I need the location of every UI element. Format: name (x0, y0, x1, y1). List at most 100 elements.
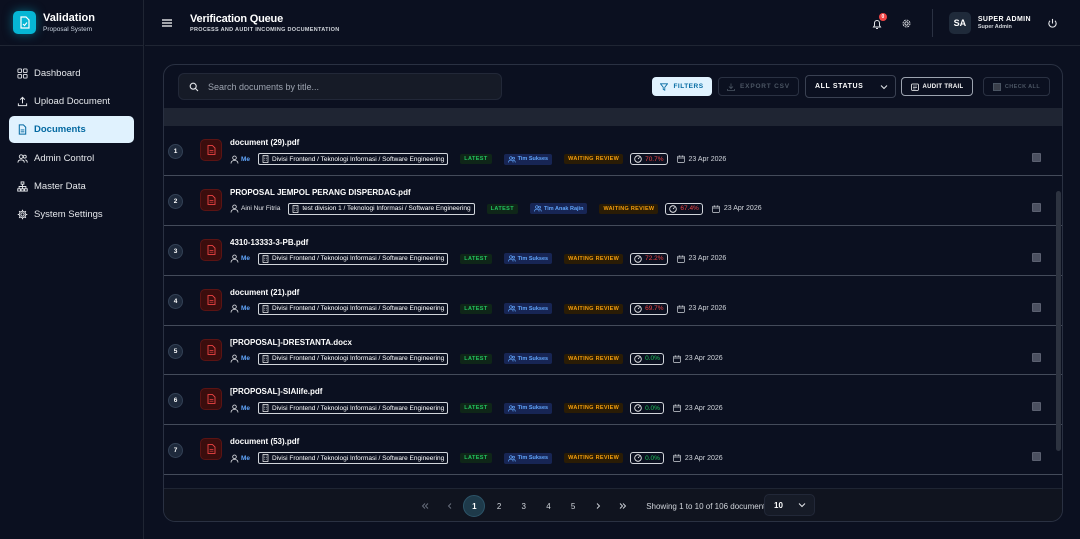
page-button-3[interactable]: 3 (513, 495, 535, 517)
audit-label: AUDIT TRAIL (922, 83, 964, 90)
file-icon (18, 124, 27, 135)
division-tag: Divisi Frontend / Teknologi Informasi / … (258, 352, 449, 365)
team-name: Tim Sukses (517, 355, 549, 362)
notifications-button[interactable]: 0 (871, 13, 887, 29)
calendar-icon (676, 155, 685, 163)
sidebar-item-system-settings[interactable]: System Settings (9, 202, 134, 228)
per-page-select[interactable]: 10 (764, 494, 815, 516)
row-checkbox[interactable] (1032, 302, 1041, 312)
last-page-button[interactable] (612, 495, 634, 517)
sidebar-item-master-data[interactable]: Master Data (9, 174, 134, 200)
building-icon (262, 254, 269, 263)
row-number: 1 (168, 144, 183, 159)
team-badge: Tim Anak Rajin (530, 203, 588, 215)
row-checkbox[interactable] (1032, 352, 1041, 362)
export-label: EXPORT CSV (740, 83, 790, 90)
search-input[interactable] (208, 81, 488, 92)
upload-date: 23 Apr 2026 (676, 305, 726, 313)
owner: Me (230, 354, 250, 363)
history-icon (910, 83, 919, 91)
table-row[interactable]: 2 PROPOSAL JEMPOL PERANG DISPERDAG.pdf Ain… (164, 176, 1062, 226)
gauge-icon (634, 155, 642, 163)
team-icon (507, 355, 516, 362)
owner-name: Me (241, 255, 251, 263)
table-row[interactable]: 4 document (21).pdf Me Divisi Frontend / Te… (164, 276, 1062, 326)
calendar-icon (673, 404, 681, 413)
calendar-icon (673, 454, 681, 463)
document-meta: Me Divisi Frontend / Teknologi Informasi … (230, 352, 723, 365)
owner-name: Me (241, 355, 251, 363)
row-checkbox[interactable] (1032, 402, 1041, 412)
search-box[interactable] (178, 73, 502, 100)
sidebar-item-label: Master Data (34, 181, 86, 193)
score-value: 67.4% (680, 205, 699, 213)
document-name[interactable]: [PROPOSAL]-SIAlife.pdf (230, 387, 322, 396)
first-page-button[interactable] (414, 495, 436, 517)
table-row[interactable]: 1 document (29).pdf Me Divisi Frontend / Te… (164, 126, 1062, 176)
sidebar-item-label: Documents (34, 124, 86, 136)
similarity-score: 72.2% (630, 252, 668, 265)
table-row[interactable]: 6 [PROPOSAL]-SIAlife.pdf Me Divisi Frontend… (164, 375, 1062, 426)
filters-label: FILTERS (673, 83, 704, 90)
page-button-5[interactable]: 5 (562, 495, 584, 517)
row-checkbox[interactable] (1032, 452, 1041, 462)
owner: Me (230, 304, 250, 313)
building-icon (262, 404, 269, 413)
filters-button[interactable]: FILTERS (652, 77, 712, 96)
header-divider (931, 9, 933, 37)
document-name[interactable]: [PROPOSAL]-DRESTANTA.docx (230, 338, 352, 347)
document-name[interactable]: PROPOSAL JEMPOL PERANG DISPERDAG.pdf (230, 188, 411, 197)
chevron-left-icon (447, 503, 452, 509)
team-icon (507, 405, 516, 412)
document-list: 1 document (29).pdf Me Divisi Frontend / Te… (164, 126, 1062, 476)
team-icon (507, 305, 516, 312)
owner: Aini Nur Fitria (230, 204, 280, 213)
documents-card: FILTERS EXPORT CSV ALL STATUS AUDIT TRAI… (163, 64, 1063, 522)
page-subtitle: PROCESS AND AUDIT INCOMING DOCUMENTATION (190, 26, 340, 33)
table-row[interactable]: 3 4310-13333-3-PB.pdf Me Divisi Frontend / … (164, 226, 1062, 276)
owner-name: Me (241, 454, 251, 462)
building-icon (262, 155, 269, 163)
scrollbar[interactable] (1056, 191, 1061, 451)
team-badge: Tim Sukses (503, 452, 553, 464)
sidebar-item-label: System Settings (34, 209, 103, 221)
page-button-2[interactable]: 2 (488, 495, 510, 517)
next-page-button[interactable] (587, 495, 609, 517)
check-all-button[interactable]: CHECK ALL (983, 77, 1050, 96)
page-button-1[interactable]: 1 (463, 495, 486, 517)
row-checkbox[interactable] (1032, 202, 1041, 212)
sidebar-item-documents[interactable]: Documents (9, 116, 134, 144)
row-number: 7 (168, 443, 183, 459)
row-checkbox[interactable] (1032, 153, 1041, 162)
table-row[interactable]: 7 document (53).pdf Me Divisi Frontend / Te… (164, 425, 1062, 476)
settings-gear-icon[interactable] (901, 18, 912, 29)
sidebar-item-admin-control[interactable]: Admin Control (9, 146, 134, 172)
avatar[interactable]: SA (948, 12, 971, 34)
sidebar-item-label: Upload Document (34, 95, 111, 107)
status-select-value: ALL STATUS (815, 83, 864, 90)
hamburger-menu-icon[interactable] (161, 17, 173, 29)
row-checkbox[interactable] (1032, 252, 1041, 262)
document-name[interactable]: document (21).pdf (230, 288, 299, 297)
building-icon (293, 205, 299, 213)
sidebar-item-dashboard[interactable]: Dashboard (9, 60, 134, 86)
sidebar-item-upload-document[interactable]: Upload Document (9, 88, 134, 114)
page-button-4[interactable]: 4 (537, 495, 559, 517)
prev-page-button[interactable] (439, 495, 461, 517)
user-icon (230, 155, 239, 164)
row-number: 2 (168, 193, 183, 209)
download-icon (727, 83, 735, 91)
document-name[interactable]: 4310-13333-3-PB.pdf (230, 238, 308, 247)
gauge-icon (634, 454, 642, 463)
audit-trail-button[interactable]: AUDIT TRAIL (901, 77, 973, 96)
export-csv-button[interactable]: EXPORT CSV (718, 77, 799, 96)
document-name[interactable]: document (29).pdf (230, 138, 299, 147)
logout-power-icon[interactable] (1047, 18, 1058, 29)
table-row[interactable]: 5 [PROPOSAL]-DRESTANTA.docx Me Divisi Front… (164, 326, 1062, 376)
document-name[interactable]: document (53).pdf (230, 437, 299, 446)
check-all-label: CHECK ALL (1004, 83, 1041, 90)
status-select[interactable]: ALL STATUS (805, 75, 896, 98)
file-pdf-icon (207, 394, 215, 405)
upload-date: 23 Apr 2026 (673, 454, 723, 463)
calendar-icon (712, 205, 720, 213)
